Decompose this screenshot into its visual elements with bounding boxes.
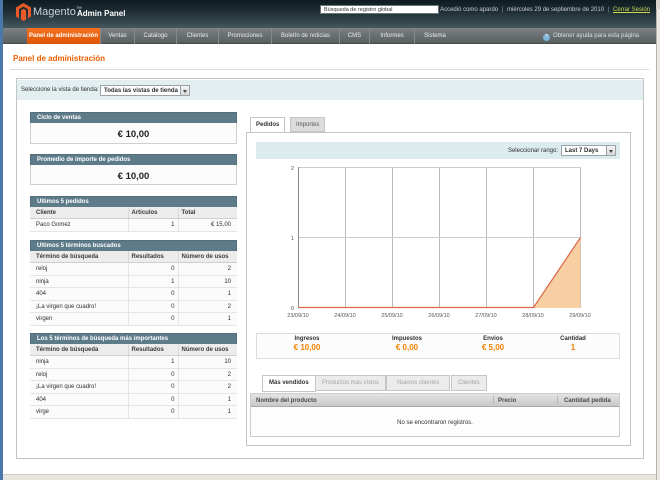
svg-text:0: 0 [291, 306, 294, 312]
svg-text:1: 1 [291, 236, 294, 242]
svg-text:24/09/10: 24/09/10 [334, 313, 355, 319]
svg-text:27/09/10: 27/09/10 [475, 313, 496, 319]
svg-text:28/09/10: 28/09/10 [522, 313, 543, 319]
svg-text:25/09/10: 25/09/10 [381, 313, 402, 319]
svg-text:23/09/10: 23/09/10 [287, 313, 308, 319]
svg-text:26/09/10: 26/09/10 [428, 313, 449, 319]
svg-text:29/09/10: 29/09/10 [569, 313, 590, 319]
svg-text:2: 2 [291, 166, 294, 172]
